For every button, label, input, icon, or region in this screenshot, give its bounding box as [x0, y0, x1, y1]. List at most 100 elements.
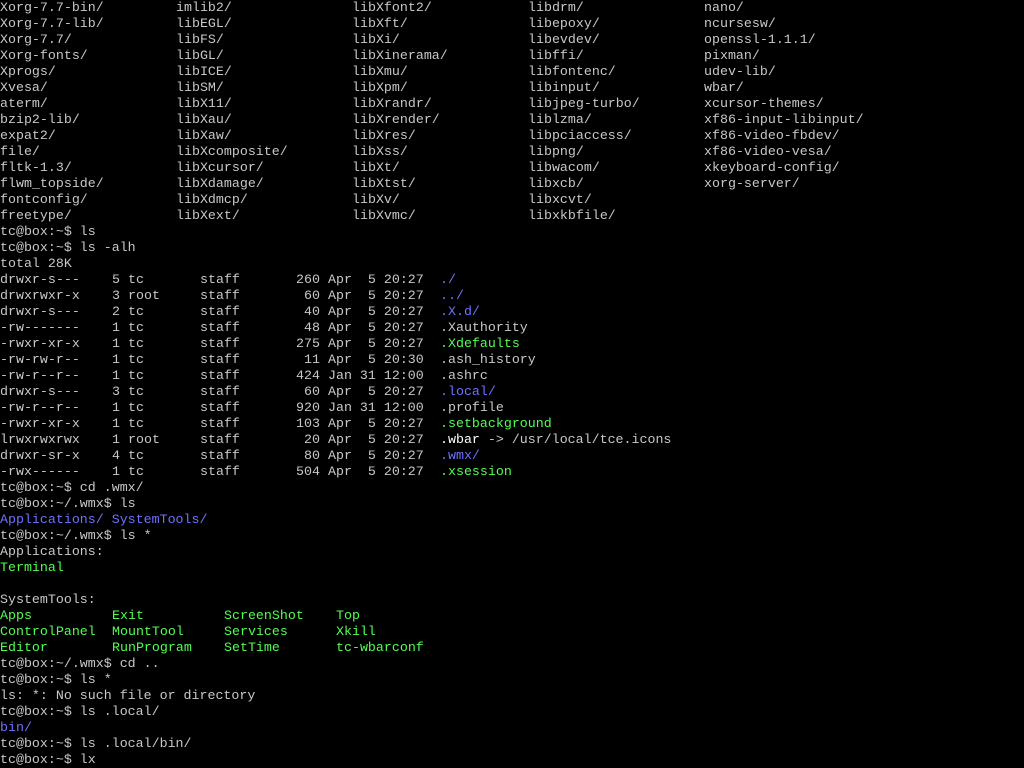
- listing-entry: libX11/: [176, 96, 232, 111]
- permissions: -rwxr-xr-x: [0, 336, 80, 351]
- shell-command: ls: [79, 224, 96, 239]
- ls-long-row: -rw------- 1 tc staff 48 Apr 5 20:27 .Xauthori…: [0, 320, 1024, 336]
- listing-entry: libpng/: [528, 144, 584, 159]
- date: Jan 31 12:00: [328, 400, 424, 415]
- ls-long-row: -rwx------ 1 tc staff 504 Apr 5 20:27 .xsessio…: [0, 464, 1024, 480]
- listing-entry: flwm_topside/: [0, 176, 104, 191]
- link-count: 1: [112, 368, 120, 383]
- file-name: .setbackground: [440, 416, 552, 431]
- listing-row: flwm_topside/libXdamage/libXtst/libxcb/x…: [0, 176, 1024, 192]
- listing-entry: openssl-1.1.1/: [704, 32, 816, 47]
- group: staff: [200, 304, 240, 319]
- listing-entry: Xprogs/: [0, 64, 56, 79]
- error-text: ls: *: No such file or directory: [0, 688, 256, 703]
- owner: tc: [128, 368, 144, 383]
- shell-command: ls -alh: [79, 240, 136, 255]
- shell-prompt: tc@box:~$: [0, 480, 80, 495]
- prompt-line: tc@box:~$ ls -alh: [0, 240, 1024, 256]
- listing-row: Xorg-7.7-lib/libEGL/libXft/libepoxy/ncur…: [0, 16, 1024, 32]
- exec-entry: Apps: [0, 608, 32, 623]
- dir-entry: SystemTools/: [111, 512, 208, 527]
- file-size: 424: [296, 368, 320, 383]
- owner: tc: [128, 320, 144, 335]
- listing-row: Xprogs/libICE/libXmu/libfontenc/udev-lib…: [0, 64, 1024, 80]
- permissions: drwxr-s---: [0, 272, 80, 287]
- listing-entry: libffi/: [528, 48, 584, 63]
- date: Apr 5 20:27: [328, 288, 424, 303]
- listing-row: Xorg-7.7-bin/imlib2/libXfont2/libdrm/nan…: [0, 0, 1024, 16]
- permissions: -rwxr-xr-x: [0, 416, 80, 431]
- listing-entry: libXft/: [352, 16, 408, 31]
- date: Apr 5 20:27: [328, 272, 424, 287]
- listing-entry: libXvmc/: [352, 208, 416, 223]
- date: Apr 5 20:27: [328, 320, 424, 335]
- prompt-line: tc@box:~$ ls: [0, 224, 1024, 240]
- listing-entry: libjpeg-turbo/: [528, 96, 640, 111]
- listing-entry: libXcursor/: [176, 160, 264, 175]
- prompt-line: tc@box:~/.wmx$ ls *: [0, 528, 1024, 544]
- owner: tc: [128, 336, 144, 351]
- listing-row: file/libXcomposite/libXss/libpng/xf86-vi…: [0, 144, 1024, 160]
- group: staff: [200, 448, 240, 463]
- owner: root: [128, 288, 160, 303]
- file-name: .ash_history: [440, 352, 536, 367]
- date: Apr 5 20:27: [328, 432, 424, 447]
- file-size: 48: [304, 320, 320, 335]
- listing-entry: libEGL/: [176, 16, 232, 31]
- exec-entry: Editor: [0, 640, 48, 655]
- group: staff: [200, 416, 240, 431]
- permissions: drwxr-sr-x: [0, 448, 80, 463]
- listing-entry: libepoxy/: [528, 16, 600, 31]
- group: staff: [200, 400, 240, 415]
- listing-entry: libXi/: [352, 32, 400, 47]
- listing-entry: libXres/: [352, 128, 416, 143]
- shell-command: ls *: [119, 528, 152, 543]
- date: Apr 5 20:27: [328, 448, 424, 463]
- listing-entry: nano/: [704, 0, 744, 15]
- listing-entry: libXdmcp/: [176, 192, 248, 207]
- listing-entry: aterm/: [0, 96, 48, 111]
- exec-entry: ScreenShot: [224, 608, 304, 623]
- link-count: 1: [112, 400, 120, 415]
- link-count: 1: [112, 320, 120, 335]
- owner: tc: [128, 416, 144, 431]
- owner: tc: [128, 304, 144, 319]
- listing-entry: file/: [0, 144, 40, 159]
- listing-entry: fontconfig/: [0, 192, 88, 207]
- listing-entry: Xorg-7.7-lib/: [0, 16, 104, 31]
- listing-row: freetype/libXext/libXvmc/libxkbfile/: [0, 208, 1024, 224]
- total-line: total 28K: [0, 256, 1024, 272]
- listing-row: expat2/libXaw/libXres/libpciaccess/xf86-…: [0, 128, 1024, 144]
- listing-entry: Xvesa/: [0, 80, 48, 95]
- ls-long-row: lrwxrwxrwx 1 root staff 20 Apr 5 20:27 .wbar -…: [0, 432, 1024, 448]
- listing-entry: xcursor-themes/: [704, 96, 824, 111]
- systools-row: ControlPanel MountTool Services Xkill: [0, 624, 1024, 640]
- listing-entry: liblzma/: [528, 112, 592, 127]
- file-size: 60: [304, 288, 320, 303]
- listing-entry: libpciaccess/: [528, 128, 632, 143]
- prompt-line: tc@box:~$ ls *: [0, 672, 1024, 688]
- file-name: .wmx/: [440, 448, 480, 463]
- listing-entry: imlib2/: [176, 0, 232, 15]
- owner: tc: [128, 272, 144, 287]
- group: staff: [200, 272, 240, 287]
- listing-entry: pixman/: [704, 48, 760, 63]
- shell-command: cd .wmx/: [79, 480, 144, 495]
- listing-entry: libXmu/: [352, 64, 408, 79]
- group: staff: [200, 368, 240, 383]
- section-header: SystemTools:: [0, 592, 1024, 608]
- listing-entry: libXss/: [352, 144, 408, 159]
- terminal-window[interactable]: Xorg-7.7-bin/imlib2/libXfont2/libdrm/nan…: [0, 0, 1024, 768]
- listing-row: bzip2-lib/libXau/libXrender/liblzma/xf86…: [0, 112, 1024, 128]
- shell-command: ls .local/: [79, 704, 160, 719]
- shell-prompt: tc@box:~/.wmx$: [0, 528, 120, 543]
- file-name: .Xauthority: [440, 320, 528, 335]
- ls-long-row: -rw-r--r-- 1 tc staff 424 Jan 31 12:00 .ashrc: [0, 368, 1024, 384]
- permissions: drwxrwxr-x: [0, 288, 80, 303]
- owner: tc: [128, 448, 144, 463]
- date: Apr 5 20:27: [328, 384, 424, 399]
- file-name: .Xdefaults: [440, 336, 520, 351]
- link-count: 2: [112, 304, 120, 319]
- listing-entry: Xorg-fonts/: [0, 48, 88, 63]
